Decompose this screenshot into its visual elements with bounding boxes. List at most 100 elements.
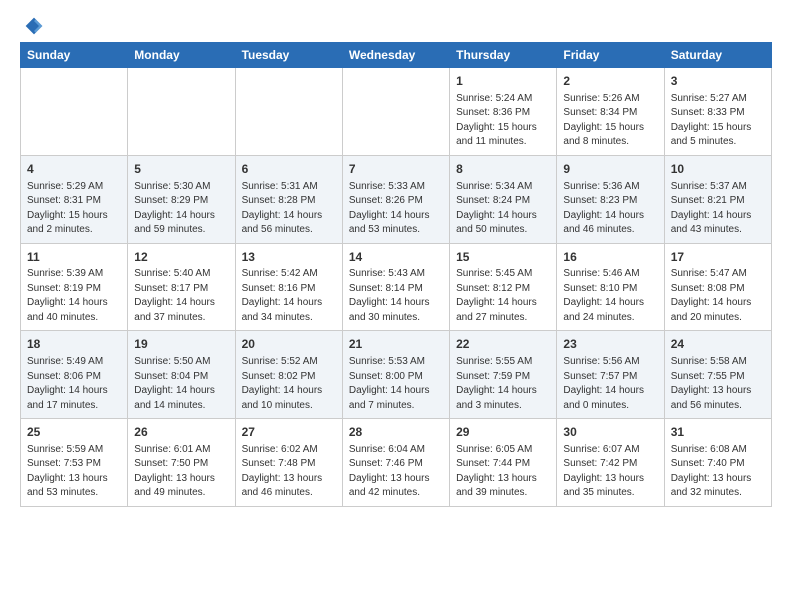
calendar-cell: 24Sunrise: 5:58 AM Sunset: 7:55 PM Dayli… [664,331,771,419]
day-number: 9 [563,161,657,178]
calendar-cell: 3 Sunrise: 5:27 AM Sunset: 8:33 PM Daylig… [664,68,771,156]
logo [20,16,44,32]
day-number: 30 [563,424,657,441]
calendar-cell: 25 Sunrise: 5:59 AM Sunset: 7:53 PM Dayli… [21,419,128,507]
calendar-cell [235,68,342,156]
day-info: Sunrise: 5:55 AM Sunset: 7:59 PM Dayligh… [456,355,550,413]
day-info: Sunrise: 5:45 AM Sunset: 8:12 PM Dayligh… [456,267,550,325]
day-info: Sunrise: 5:56 AM Sunset: 7:57 PM Dayligh… [563,355,657,413]
day-number: 10 [671,161,765,178]
day-number: 21 [349,336,443,353]
calendar-cell: 9 Sunrise: 5:36 AM Sunset: 8:23 PM Daylig… [557,155,664,243]
day-info: Sunrise: 5:59 AM Sunset: 7:53 PM Dayligh… [27,443,121,501]
day-number: 13 [242,249,336,266]
day-number: 4 [27,161,121,178]
day-number: 25 [27,424,121,441]
weekday-header-friday: Friday [557,43,664,68]
day-number: 27 [242,424,336,441]
calendar-cell: 16Sunrise: 5:46 AM Sunset: 8:10 PM Dayli… [557,243,664,331]
weekday-header-saturday: Saturday [664,43,771,68]
day-info: Sunrise: 6:01 AM Sunset: 7:50 PM Dayligh… [134,443,228,501]
week-row-2: 4 Sunrise: 5:29 AM Sunset: 8:31 PM Daylig… [21,155,772,243]
day-number: 17 [671,249,765,266]
day-info: Sunrise: 6:04 AM Sunset: 7:46 PM Dayligh… [349,443,443,501]
day-info: Sunrise: 5:37 AM Sunset: 8:21 PM Dayligh… [671,180,765,238]
calendar-cell: 5Sunrise: 5:30 AM Sunset: 8:29 PM Daylig… [128,155,235,243]
calendar-cell: 18 Sunrise: 5:49 AM Sunset: 8:06 PM Dayli… [21,331,128,419]
calendar-cell: 26 Sunrise: 6:01 AM Sunset: 7:50 PM Dayli… [128,419,235,507]
day-number: 24 [671,336,765,353]
day-number: 20 [242,336,336,353]
day-number: 14 [349,249,443,266]
day-info: Sunrise: 6:08 AM Sunset: 7:40 PM Dayligh… [671,443,765,501]
day-info: Sunrise: 5:24 AM Sunset: 8:36 PM Dayligh… [456,92,550,150]
weekday-header-sunday: Sunday [21,43,128,68]
day-number: 31 [671,424,765,441]
calendar-cell [21,68,128,156]
calendar-table: SundayMondayTuesdayWednesdayThursdayFrid… [20,42,772,507]
calendar-cell: 1Sunrise: 5:24 AM Sunset: 8:36 PM Daylig… [450,68,557,156]
calendar-cell [128,68,235,156]
calendar-header: SundayMondayTuesdayWednesdayThursdayFrid… [21,43,772,68]
day-info: Sunrise: 5:46 AM Sunset: 8:10 PM Dayligh… [563,267,657,325]
calendar-body: 1Sunrise: 5:24 AM Sunset: 8:36 PM Daylig… [21,68,772,507]
day-info: Sunrise: 5:33 AM Sunset: 8:26 PM Dayligh… [349,180,443,238]
day-info: Sunrise: 6:07 AM Sunset: 7:42 PM Dayligh… [563,443,657,501]
day-info: Sunrise: 5:36 AM Sunset: 8:23 PM Dayligh… [563,180,657,238]
calendar-cell: 17Sunrise: 5:47 AM Sunset: 8:08 PM Dayli… [664,243,771,331]
day-number: 22 [456,336,550,353]
day-number: 7 [349,161,443,178]
calendar-cell: 13Sunrise: 5:42 AM Sunset: 8:16 PM Dayli… [235,243,342,331]
day-info: Sunrise: 5:34 AM Sunset: 8:24 PM Dayligh… [456,180,550,238]
day-number: 16 [563,249,657,266]
calendar-cell: 20 Sunrise: 5:52 AM Sunset: 8:02 PM Dayli… [235,331,342,419]
day-info: Sunrise: 5:47 AM Sunset: 8:08 PM Dayligh… [671,267,765,325]
day-number: 19 [134,336,228,353]
day-info: Sunrise: 5:49 AM Sunset: 8:06 PM Dayligh… [27,355,121,413]
calendar-cell [342,68,449,156]
weekday-header-tuesday: Tuesday [235,43,342,68]
day-number: 2 [563,73,657,90]
day-info: Sunrise: 5:29 AM Sunset: 8:31 PM Dayligh… [27,180,121,238]
day-info: Sunrise: 5:30 AM Sunset: 8:29 PM Dayligh… [134,180,228,238]
calendar-cell: 15Sunrise: 5:45 AM Sunset: 8:12 PM Dayli… [450,243,557,331]
calendar-cell: 19 Sunrise: 5:50 AM Sunset: 8:04 PM Dayli… [128,331,235,419]
day-info: Sunrise: 5:52 AM Sunset: 8:02 PM Dayligh… [242,355,336,413]
day-number: 26 [134,424,228,441]
logo-icon [24,16,44,36]
day-info: Sunrise: 5:27 AM Sunset: 8:33 PM Dayligh… [671,92,765,150]
day-info: Sunrise: 5:40 AM Sunset: 8:17 PM Dayligh… [134,267,228,325]
header [20,16,772,32]
weekday-header-thursday: Thursday [450,43,557,68]
day-number: 28 [349,424,443,441]
calendar-cell: 14Sunrise: 5:43 AM Sunset: 8:14 PM Dayli… [342,243,449,331]
calendar-cell: 7 Sunrise: 5:33 AM Sunset: 8:26 PM Daylig… [342,155,449,243]
day-number: 29 [456,424,550,441]
day-info: Sunrise: 5:39 AM Sunset: 8:19 PM Dayligh… [27,267,121,325]
day-number: 18 [27,336,121,353]
day-number: 6 [242,161,336,178]
week-row-5: 25 Sunrise: 5:59 AM Sunset: 7:53 PM Dayli… [21,419,772,507]
weekday-header-monday: Monday [128,43,235,68]
weekday-row: SundayMondayTuesdayWednesdayThursdayFrid… [21,43,772,68]
weekday-header-wednesday: Wednesday [342,43,449,68]
day-info: Sunrise: 5:26 AM Sunset: 8:34 PM Dayligh… [563,92,657,150]
day-number: 3 [671,73,765,90]
calendar-cell: 2 Sunrise: 5:26 AM Sunset: 8:34 PM Daylig… [557,68,664,156]
calendar-cell: 4 Sunrise: 5:29 AM Sunset: 8:31 PM Daylig… [21,155,128,243]
day-info: Sunrise: 5:50 AM Sunset: 8:04 PM Dayligh… [134,355,228,413]
day-number: 23 [563,336,657,353]
calendar-cell: 22 Sunrise: 5:55 AM Sunset: 7:59 PM Dayli… [450,331,557,419]
logo-text [20,16,44,36]
calendar-cell: 27Sunrise: 6:02 AM Sunset: 7:48 PM Dayli… [235,419,342,507]
day-info: Sunrise: 5:42 AM Sunset: 8:16 PM Dayligh… [242,267,336,325]
calendar-cell: 23 Sunrise: 5:56 AM Sunset: 7:57 PM Dayli… [557,331,664,419]
week-row-3: 11Sunrise: 5:39 AM Sunset: 8:19 PM Dayli… [21,243,772,331]
week-row-4: 18 Sunrise: 5:49 AM Sunset: 8:06 PM Dayli… [21,331,772,419]
calendar-cell: 10 Sunrise: 5:37 AM Sunset: 8:21 PM Dayli… [664,155,771,243]
calendar-cell: 11Sunrise: 5:39 AM Sunset: 8:19 PM Dayli… [21,243,128,331]
calendar-cell: 29Sunrise: 6:05 AM Sunset: 7:44 PM Dayli… [450,419,557,507]
calendar-cell: 21Sunrise: 5:53 AM Sunset: 8:00 PM Dayli… [342,331,449,419]
calendar-cell: 30 Sunrise: 6:07 AM Sunset: 7:42 PM Dayli… [557,419,664,507]
day-info: Sunrise: 5:31 AM Sunset: 8:28 PM Dayligh… [242,180,336,238]
